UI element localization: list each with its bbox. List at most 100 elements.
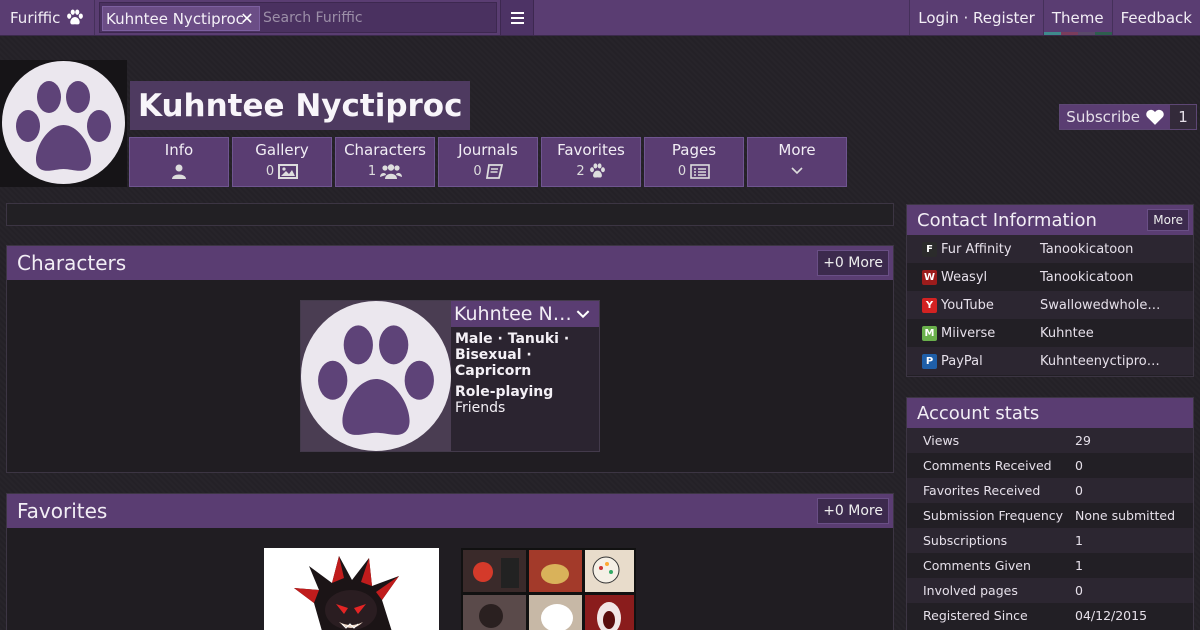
- image-icon: [278, 163, 299, 179]
- contact-information-panel: Contact Information More F Fur Affinity Ta…: [906, 204, 1194, 377]
- character-card[interactable]: Kuhntee N… Male · Tanuki · Bisexual · Ca…: [300, 300, 600, 452]
- subscriber-count: 1: [1170, 105, 1196, 129]
- hamburger-menu-icon[interactable]: [500, 0, 534, 35]
- site-logo-link[interactable]: Furiffic: [0, 0, 95, 35]
- search-input[interactable]: [263, 6, 491, 30]
- book-icon: [485, 163, 503, 179]
- character-info: Male · Tanuki · Bisexual · Capricorn Rol…: [455, 331, 595, 416]
- stat-label: Comments Given: [923, 558, 1031, 573]
- contact-site: P PayPal: [922, 353, 1040, 369]
- contact-row[interactable]: P PayPal Kuhnteenyctipro…: [907, 347, 1193, 375]
- stat-value: 1: [1075, 558, 1083, 573]
- subscribe-button[interactable]: Subscribe 1: [1059, 104, 1197, 130]
- tab-label: Gallery: [255, 141, 309, 159]
- tab-pages[interactable]: Pages 0: [644, 137, 744, 187]
- tab-info[interactable]: Info: [129, 137, 229, 187]
- paw-icon: [16, 81, 111, 171]
- users-icon: [380, 163, 403, 179]
- contact-handle-link[interactable]: Kuhnteenyctipro…: [1040, 354, 1160, 369]
- hedgehog-artwork-image: [294, 556, 399, 630]
- top-right-nav: Login · Register Theme Feedback: [909, 0, 1200, 35]
- character-avatar[interactable]: [301, 301, 451, 451]
- contact-row[interactable]: F Fur Affinity Tanookicatoon: [907, 235, 1193, 263]
- tab-label: Info: [164, 141, 194, 159]
- characters-more-button[interactable]: +0 More: [817, 250, 889, 276]
- tab-characters[interactable]: Characters 1: [335, 137, 435, 187]
- contact-panel-header: Contact Information More: [907, 205, 1193, 235]
- contact-site: W Weasyl: [922, 269, 1040, 285]
- characters-panel: Characters +0 More Kuhntee N… Male · Tan…: [6, 245, 894, 473]
- character-name-dropdown[interactable]: Kuhntee N…: [451, 301, 599, 327]
- theme-color-strip: [1043, 32, 1112, 35]
- contact-handle-link[interactable]: Tanookicatoon: [1040, 242, 1133, 257]
- remove-tag-close-icon[interactable]: ✕: [235, 7, 259, 30]
- stat-value: 04/12/2015: [1075, 608, 1148, 623]
- contact-site-label: Fur Affinity: [941, 241, 1012, 257]
- tab-label: Journals: [458, 141, 518, 159]
- favorites-panel: Favorites +0 More: [6, 493, 894, 630]
- weasyl-icon: W: [922, 269, 937, 285]
- contact-more-button[interactable]: More: [1147, 209, 1189, 231]
- stat-row: Involved pages 0: [907, 578, 1193, 603]
- character-name: Kuhntee N…: [454, 303, 572, 325]
- heart-icon: [1146, 109, 1164, 125]
- stat-label: Registered Since: [923, 608, 1028, 623]
- miiverse-icon: M: [922, 325, 937, 341]
- chevron-down-icon: [576, 309, 590, 318]
- favorites-more-button[interactable]: +0 More: [817, 498, 889, 524]
- stats-panel-header: Account stats: [907, 398, 1193, 428]
- contact-handle-link[interactable]: Tanookicatoon: [1040, 270, 1133, 285]
- list-icon: [690, 163, 710, 179]
- tab-more[interactable]: More: [747, 137, 847, 187]
- tab-favorites[interactable]: Favorites 2: [541, 137, 641, 187]
- favorite-thumbnail[interactable]: [461, 548, 636, 630]
- tab-journals[interactable]: Journals 0: [438, 137, 538, 187]
- contact-handle-link[interactable]: Kuhntee: [1040, 326, 1094, 341]
- contact-row[interactable]: W Weasyl Tanookicatoon: [907, 263, 1193, 291]
- search-tag[interactable]: Kuhntee Nyctiproc ✕: [102, 6, 260, 31]
- tab-label: Pages: [671, 141, 717, 159]
- default-avatar-paw: [2, 61, 125, 184]
- stat-label: Comments Received: [923, 458, 1052, 473]
- characters-panel-header: Characters +0 More: [7, 246, 893, 280]
- paypal-icon: P: [922, 353, 937, 369]
- theme-button[interactable]: Theme: [1042, 0, 1112, 35]
- favorites-panel-header: Favorites +0 More: [7, 494, 893, 528]
- contact-row[interactable]: M Miiverse Kuhntee: [907, 319, 1193, 347]
- tab-gallery[interactable]: Gallery 0: [232, 137, 332, 187]
- tab-count: 0: [677, 163, 687, 179]
- brand-name: Furiffic: [10, 8, 61, 27]
- tab-count: 0: [265, 163, 275, 179]
- character-traits: Male · Tanuki · Bisexual · Capricorn: [455, 331, 570, 379]
- stat-value: None submitted: [1075, 508, 1176, 523]
- tab-count: 0: [473, 163, 482, 179]
- stat-row: Comments Given 1: [907, 553, 1193, 578]
- favorite-thumbnail[interactable]: [264, 548, 439, 630]
- stat-row: Favorites Received 0: [907, 478, 1193, 503]
- furaffinity-icon: F: [922, 241, 937, 257]
- stat-row: Views 29: [907, 428, 1193, 453]
- feedback-button[interactable]: Feedback: [1111, 0, 1200, 35]
- tab-count: 2: [576, 163, 585, 179]
- user-icon: [172, 164, 186, 179]
- stat-value: 0: [1075, 483, 1083, 498]
- stat-row: Subscriptions 1: [907, 528, 1193, 553]
- contact-row[interactable]: Y YouTube Swallowedwhole…: [907, 291, 1193, 319]
- stat-label: Views: [923, 433, 960, 448]
- tab-label: More: [778, 141, 816, 159]
- roleplay-label: Role-playing: [455, 384, 554, 400]
- contact-site: F Fur Affinity: [922, 241, 1040, 257]
- stat-value: 1: [1075, 533, 1083, 548]
- profile-tabs: Info Gallery 0 Characters 1 Journals 0 F…: [129, 137, 847, 187]
- tab-label: Characters: [344, 141, 426, 159]
- avatar[interactable]: [0, 60, 127, 187]
- contact-handle-link[interactable]: Swallowedwhole…: [1040, 298, 1160, 313]
- login-register-link[interactable]: Login · Register: [909, 0, 1043, 35]
- stats-panel-title: Account stats: [917, 402, 1040, 424]
- contact-panel-title: Contact Information: [917, 209, 1097, 231]
- contact-site: Y YouTube: [922, 297, 1040, 313]
- contact-site: M Miiverse: [922, 325, 1040, 341]
- roleplay-value: Friends: [455, 400, 506, 416]
- stat-value: 29: [1075, 433, 1091, 448]
- stat-row: Comments Received 0: [907, 453, 1193, 478]
